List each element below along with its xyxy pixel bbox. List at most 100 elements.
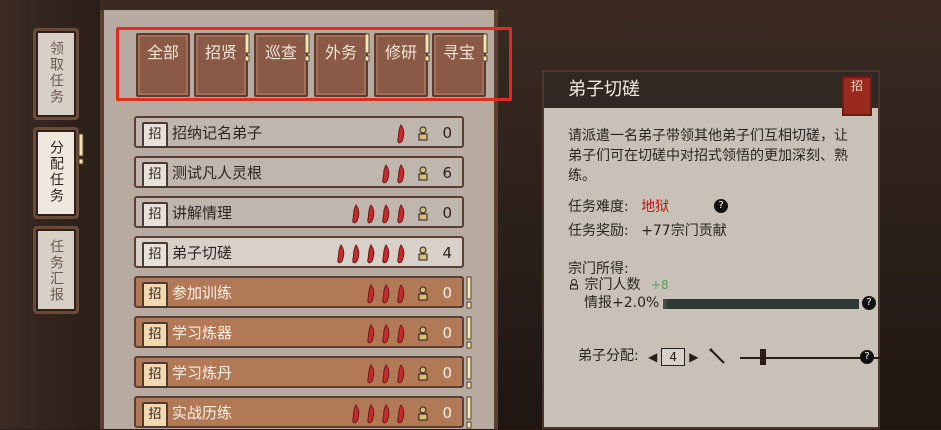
pepper-icon	[382, 284, 390, 304]
pepper-icon	[367, 404, 375, 424]
tab-recruit[interactable]: 招贤	[194, 33, 250, 97]
alert-icon	[482, 33, 488, 62]
tab-label: 修研	[384, 43, 417, 62]
detail-description: 请派遣一名弟子带领其他弟子们互相切磋，让弟子们可在切磋中对招式领悟的更加深刻、熟…	[568, 128, 848, 184]
pepper-icon	[382, 324, 390, 344]
reward-label: 任务奖励:	[568, 223, 629, 239]
task-count: 0	[442, 124, 452, 142]
difficulty-peppers	[334, 244, 406, 264]
task-name: 弟子切磋	[172, 244, 233, 262]
task-name: 讲解情理	[172, 204, 233, 222]
task-row-selected[interactable]: 招 弟子切磋 4	[134, 236, 464, 268]
task-row[interactable]: 招 实战历练 0	[134, 396, 472, 429]
tab-all[interactable]: 全部	[136, 33, 190, 97]
task-row[interactable]: 招 招纳记名弟子 0	[134, 116, 464, 148]
difficulty-peppers	[364, 364, 406, 384]
person-icon	[418, 126, 428, 141]
pepper-icon	[367, 244, 375, 264]
help-icon[interactable]: ?	[714, 199, 728, 213]
tab-patrol[interactable]: 巡查	[254, 33, 310, 97]
pepper-icon	[337, 244, 345, 264]
pepper-icon	[397, 164, 405, 184]
tab-treasure[interactable]: 寻宝	[432, 33, 488, 97]
task-count: 0	[442, 284, 452, 302]
task-detail-panel: 弟子切磋 招 请派遣一名弟子带领其他弟子们互相切磋，让弟子们可在切磋中对招式领悟…	[542, 70, 880, 429]
difficulty-peppers	[379, 164, 406, 184]
task-type-icon: 招	[142, 362, 168, 388]
difficulty-value: 地狱	[641, 199, 670, 215]
alert-icon	[466, 276, 472, 309]
task-count: 0	[442, 404, 452, 422]
task-type-icon: 招	[142, 322, 168, 348]
decrement-icon[interactable]: ◀	[648, 350, 657, 364]
detail-title: 弟子切磋	[568, 79, 640, 100]
task-row[interactable]: 招 讲解情理 0	[134, 196, 464, 228]
increment-icon[interactable]: ▶	[689, 350, 698, 364]
tab-external[interactable]: 外务	[314, 33, 370, 97]
tab-label: 外务	[324, 43, 357, 62]
person-icon	[570, 279, 578, 290]
task-name: 参加训练	[172, 284, 233, 302]
task-row[interactable]: 招 学习炼器 0	[134, 316, 472, 349]
task-row[interactable]: 招 学习炼丹 0	[134, 356, 472, 389]
alert-icon	[466, 356, 472, 389]
pepper-icon	[382, 204, 390, 224]
difficulty-label: 任务难度:	[568, 199, 629, 215]
difficulty-row: 任务难度: 地狱	[568, 198, 669, 216]
pepper-icon	[367, 204, 375, 224]
person-icon	[418, 246, 428, 261]
tab-label: 全部	[146, 43, 179, 62]
scroll-task-report[interactable]: 任务汇报	[33, 226, 79, 314]
assign-label: 弟子分配:	[578, 348, 639, 364]
task-count: 6	[442, 164, 452, 182]
task-type-icon: 招	[142, 162, 168, 188]
pepper-icon	[397, 404, 405, 424]
person-icon	[418, 166, 428, 181]
scroll-label: 分配任务	[48, 140, 64, 204]
scroll-assign-task[interactable]: 分配任务	[33, 127, 84, 219]
difficulty-peppers	[364, 324, 406, 344]
task-name: 测试凡人灵根	[172, 164, 263, 182]
intel-progress-bar	[662, 298, 860, 310]
alert-icon	[364, 33, 370, 62]
assign-slider-handle[interactable]	[760, 349, 766, 365]
reward-value: +77宗门贡献	[641, 223, 727, 239]
pepper-icon	[382, 404, 390, 424]
sword-icon	[709, 348, 725, 364]
task-name: 实战历练	[172, 404, 233, 422]
tab-research[interactable]: 修研	[374, 33, 430, 97]
task-type-icon: 招	[142, 122, 168, 148]
task-count: 0	[442, 364, 452, 382]
pepper-icon	[397, 364, 405, 384]
alert-icon	[466, 316, 472, 349]
task-row[interactable]: 招 参加训练 0	[134, 276, 472, 309]
pepper-icon	[397, 244, 405, 264]
pepper-icon	[352, 244, 360, 264]
pepper-icon	[382, 244, 390, 264]
help-icon[interactable]: ?	[862, 296, 876, 310]
task-row[interactable]: 招 测试凡人灵根 6	[134, 156, 464, 188]
assign-stepper[interactable]: ◀ 4 ▶	[648, 348, 698, 366]
help-icon[interactable]: ?	[860, 350, 874, 364]
pepper-icon	[397, 324, 405, 344]
task-type-icon: 招	[142, 402, 168, 428]
pepper-icon	[382, 364, 390, 384]
person-icon	[418, 206, 428, 221]
pepper-icon	[397, 284, 405, 304]
scroll-label: 领取任务	[48, 41, 64, 105]
task-type-icon: 招	[142, 202, 168, 228]
person-icon	[418, 406, 428, 421]
pepper-icon	[397, 124, 405, 144]
alert-icon	[78, 133, 84, 165]
scroll-label: 任务汇报	[48, 239, 64, 303]
task-count: 0	[442, 204, 452, 222]
difficulty-peppers	[394, 124, 406, 144]
task-count: 4	[442, 244, 452, 262]
gain-people-row: 宗门人数 +8	[568, 276, 669, 294]
scroll-receive-task[interactable]: 领取任务	[33, 28, 79, 120]
assign-value[interactable]: 4	[661, 348, 686, 366]
alert-icon	[424, 33, 430, 62]
pepper-icon	[397, 204, 405, 224]
pepper-icon	[352, 204, 360, 224]
gain-people-label: 宗门人数	[584, 277, 641, 293]
